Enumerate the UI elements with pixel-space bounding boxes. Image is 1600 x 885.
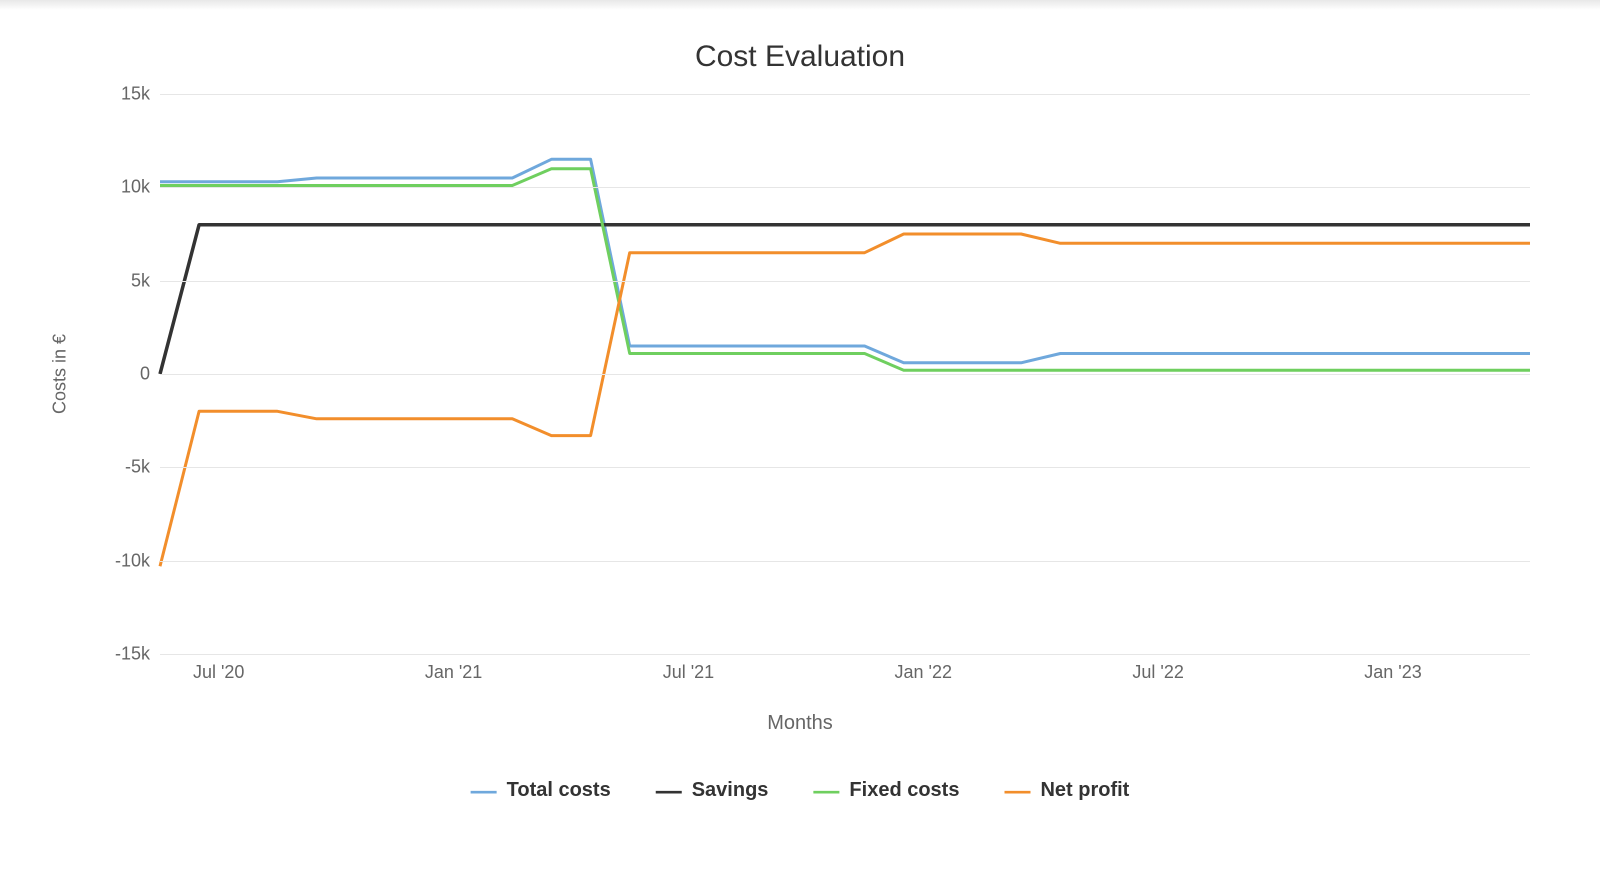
legend-label: Total costs bbox=[507, 779, 611, 802]
legend-swatch: — bbox=[1004, 775, 1030, 806]
x-tick-label: Jan '23 bbox=[1364, 662, 1421, 683]
y-axis-label: Costs in € bbox=[50, 334, 71, 414]
y-tick-label: -10k bbox=[105, 550, 150, 571]
legend-item-net-profit[interactable]: — Net profit bbox=[1004, 775, 1129, 806]
legend-item-savings[interactable]: — Savings bbox=[656, 775, 769, 806]
legend-swatch: — bbox=[471, 775, 497, 806]
y-tick-label: -5k bbox=[105, 457, 150, 478]
plot-area: Costs in € -15k-10k-5k05k10k15k bbox=[160, 94, 1530, 654]
legend-item-fixed-costs[interactable]: — Fixed costs bbox=[813, 775, 959, 806]
y-tick-label: 15k bbox=[105, 84, 150, 105]
x-tick-label: Jul '22 bbox=[1132, 662, 1183, 683]
legend-swatch: — bbox=[813, 775, 839, 806]
x-tick-label: Jul '20 bbox=[193, 662, 244, 683]
y-tick-label: -15k bbox=[105, 644, 150, 665]
x-axis-ticks: Jul '20 Jan '21 Jul '21 Jan '22 Jul '22 Jan '… bbox=[160, 662, 1530, 692]
window-top-shadow bbox=[0, 0, 1600, 10]
y-tick-label: 0 bbox=[105, 364, 150, 385]
gridline bbox=[160, 467, 1530, 468]
chart-legend: — Total costs — Savings — Fixed costs — Net pro… bbox=[0, 775, 1600, 806]
series-net-profit bbox=[160, 234, 1530, 566]
legend-label: Savings bbox=[692, 779, 769, 802]
y-tick-label: 5k bbox=[105, 270, 150, 291]
gridline bbox=[160, 281, 1530, 282]
x-axis-label: Months bbox=[40, 712, 1560, 735]
legend-item-total-costs[interactable]: — Total costs bbox=[471, 775, 611, 806]
y-tick-label: 10k bbox=[105, 177, 150, 198]
gridline bbox=[160, 654, 1530, 655]
legend-label: Fixed costs bbox=[849, 779, 959, 802]
gridline bbox=[160, 187, 1530, 188]
chart-container: Costs in € -15k-10k-5k05k10k15k Jul '20J… bbox=[40, 94, 1560, 735]
legend-label: Net profit bbox=[1040, 779, 1129, 802]
x-tick-label: Jan '22 bbox=[895, 662, 952, 683]
gridline bbox=[160, 94, 1530, 95]
gridline bbox=[160, 561, 1530, 562]
chart-title: Cost Evaluation bbox=[0, 40, 1600, 74]
gridline bbox=[160, 374, 1530, 375]
x-tick-label: Jan '21 bbox=[425, 662, 482, 683]
series-savings bbox=[160, 225, 1530, 374]
series-fixed-costs bbox=[160, 169, 1530, 371]
x-tick-label: Jul '21 bbox=[663, 662, 714, 683]
legend-swatch: — bbox=[656, 775, 682, 806]
series-total-costs bbox=[160, 159, 1530, 362]
